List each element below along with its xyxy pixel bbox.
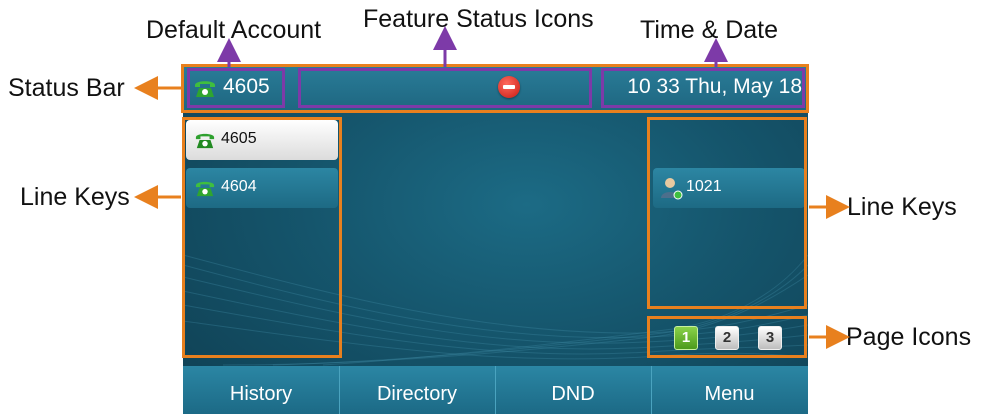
annotation-arrows xyxy=(134,26,850,349)
